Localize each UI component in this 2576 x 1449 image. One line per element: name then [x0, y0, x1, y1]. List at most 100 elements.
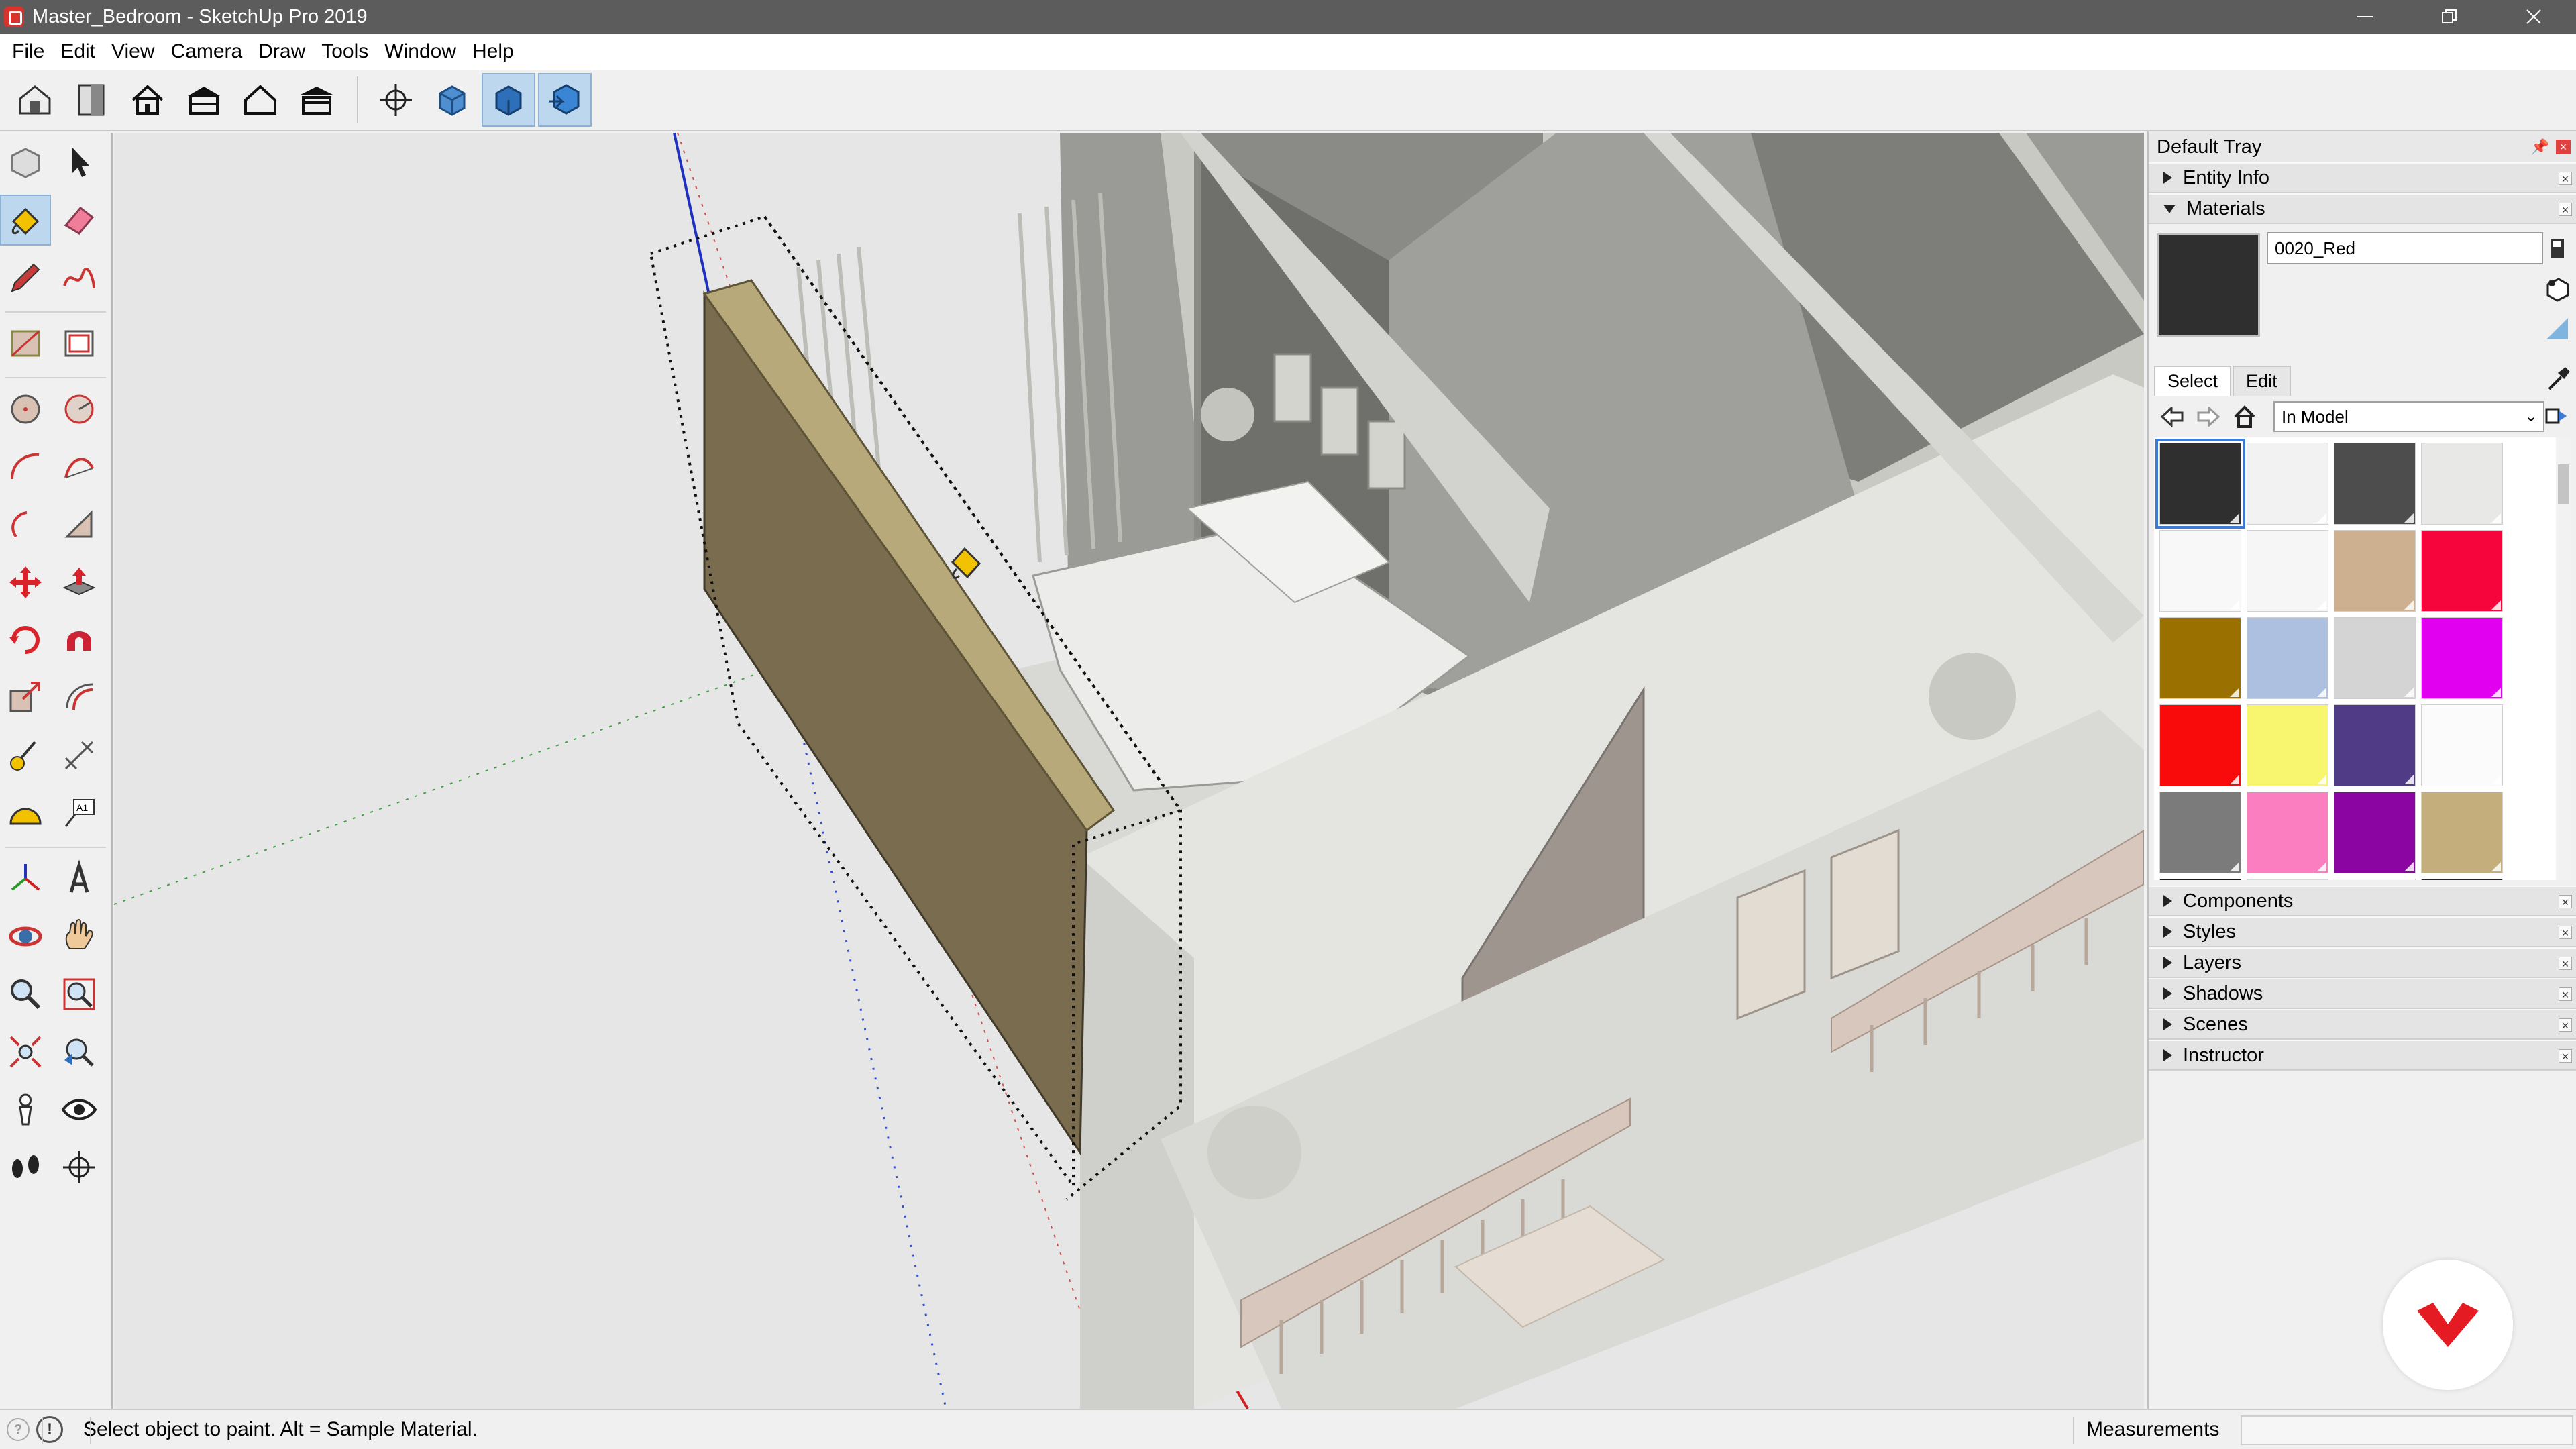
menu-tools[interactable]: Tools	[313, 34, 376, 70]
panel-close-icon[interactable]: ×	[2559, 987, 2572, 1002]
3d-warehouse-blue-icon[interactable]	[425, 73, 479, 127]
material-swatch[interactable]	[2247, 704, 2328, 786]
pencil-icon[interactable]	[0, 252, 51, 303]
orbit-icon[interactable]	[0, 911, 51, 962]
section-plane-tool-icon[interactable]	[54, 1142, 105, 1193]
protractor-icon[interactable]	[0, 788, 51, 839]
zoom-window-icon[interactable]	[54, 969, 105, 1020]
tray-close-icon[interactable]: ×	[2556, 140, 2571, 154]
menu-view[interactable]: View	[103, 34, 162, 70]
close-icon[interactable]	[2491, 0, 2576, 34]
panel-shadows[interactable]: Shadows ×	[2149, 978, 2576, 1009]
push-pull-icon[interactable]	[54, 557, 105, 608]
measurements-input[interactable]	[2241, 1415, 2573, 1445]
material-swatch[interactable]	[2421, 617, 2503, 699]
panel-entity-info[interactable]: Entity Info ×	[2149, 162, 2576, 193]
house-side-icon[interactable]	[177, 73, 231, 127]
details-arrow-icon[interactable]	[2544, 404, 2571, 431]
component-icon[interactable]	[0, 137, 51, 188]
material-swatch[interactable]	[2421, 879, 2503, 880]
eyedropper-icon[interactable]	[2544, 366, 2571, 393]
extension-warehouse-icon[interactable]	[64, 73, 118, 127]
model-viewport[interactable]	[114, 133, 2144, 1409]
material-swatch[interactable]	[2159, 792, 2241, 873]
send-to-layout-icon[interactable]	[482, 73, 535, 127]
section-plane-icon[interactable]	[369, 73, 423, 127]
sample-paint-icon[interactable]	[2544, 315, 2571, 342]
dimension-icon[interactable]	[54, 730, 105, 781]
axes-icon[interactable]	[0, 853, 51, 904]
material-preview[interactable]	[2157, 233, 2260, 337]
look-around-icon[interactable]	[54, 1084, 105, 1135]
material-swatch[interactable]	[2334, 704, 2416, 786]
swatch-scrollbar[interactable]	[2556, 437, 2571, 880]
material-swatch[interactable]	[2334, 530, 2416, 612]
menu-help[interactable]: Help	[464, 34, 522, 70]
select-arrow-icon[interactable]	[54, 137, 105, 188]
material-swatch[interactable]	[2159, 617, 2241, 699]
previous-view-icon[interactable]	[54, 1026, 105, 1077]
walk-icon[interactable]	[0, 1142, 51, 1193]
minimize-icon[interactable]	[2322, 0, 2407, 34]
panel-styles[interactable]: Styles ×	[2149, 916, 2576, 947]
material-swatch[interactable]	[2159, 704, 2241, 786]
panel-layers[interactable]: Layers ×	[2149, 947, 2576, 978]
layout-icon[interactable]	[538, 73, 592, 127]
create-material-icon[interactable]	[2544, 275, 2571, 302]
material-swatch[interactable]	[2421, 530, 2503, 612]
pie-icon[interactable]	[54, 499, 105, 550]
menu-camera[interactable]: Camera	[163, 34, 251, 70]
panel-components[interactable]: Components ×	[2149, 885, 2576, 916]
material-swatch[interactable]	[2421, 792, 2503, 873]
menu-file[interactable]: File	[4, 34, 52, 70]
panel-instructor[interactable]: Instructor ×	[2149, 1040, 2576, 1071]
menu-draw[interactable]: Draw	[250, 34, 313, 70]
panel-close-icon[interactable]: ×	[2559, 895, 2572, 909]
rotate-icon[interactable]	[0, 614, 51, 665]
material-swatch[interactable]	[2334, 792, 2416, 873]
arc-icon[interactable]	[0, 441, 51, 492]
material-swatch[interactable]	[2421, 704, 2503, 786]
material-swatch[interactable]	[2421, 443, 2503, 525]
material-swatch[interactable]	[2247, 530, 2328, 612]
menu-edit[interactable]: Edit	[52, 34, 103, 70]
panel-scenes[interactable]: Scenes ×	[2149, 1009, 2576, 1040]
restore-icon[interactable]	[2407, 0, 2491, 34]
material-name-field[interactable]: 0020_Red	[2267, 232, 2543, 264]
material-swatch[interactable]	[2159, 530, 2241, 612]
house-outline-icon[interactable]	[233, 73, 287, 127]
circle-icon[interactable]	[0, 384, 51, 435]
geo-location-icon[interactable]: ?	[7, 1418, 30, 1441]
polygon-icon[interactable]	[54, 384, 105, 435]
pan-icon[interactable]	[54, 911, 105, 962]
paint-bucket-icon[interactable]	[0, 195, 51, 246]
3d-text-icon[interactable]	[54, 853, 105, 904]
pin-icon[interactable]: 📌	[2531, 138, 2549, 156]
zoom-extents-icon[interactable]	[0, 1026, 51, 1077]
display-secondary-pane-icon[interactable]	[2544, 235, 2571, 262]
material-swatch[interactable]	[2247, 443, 2328, 525]
material-swatch[interactable]	[2247, 617, 2328, 699]
back-arrow-icon[interactable]	[2157, 401, 2188, 432]
panel-close-icon[interactable]: ×	[2559, 1018, 2572, 1032]
scroll-thumb[interactable]	[2558, 464, 2569, 504]
tab-edit[interactable]: Edit	[2233, 366, 2291, 396]
menu-window[interactable]: Window	[376, 34, 464, 70]
panel-close-icon[interactable]: ×	[2559, 1049, 2572, 1063]
panel-close-icon[interactable]: ×	[2559, 203, 2572, 217]
collection-dropdown[interactable]: In Model ⌄	[2273, 401, 2544, 432]
material-swatch[interactable]	[2334, 617, 2416, 699]
tab-select[interactable]: Select	[2154, 366, 2232, 396]
material-swatch[interactable]	[2334, 443, 2416, 525]
in-model-home-icon[interactable]	[2229, 401, 2260, 432]
offset-icon[interactable]	[54, 672, 105, 723]
info-icon[interactable]: !	[36, 1416, 63, 1443]
material-swatch[interactable]	[2155, 439, 2245, 529]
material-swatch[interactable]	[2247, 879, 2328, 880]
panel-close-icon[interactable]: ×	[2559, 957, 2572, 971]
move-icon[interactable]	[0, 557, 51, 608]
house-icon[interactable]	[121, 73, 174, 127]
zoom-icon[interactable]	[0, 969, 51, 1020]
three-point-arc-icon[interactable]	[0, 499, 51, 550]
material-swatch[interactable]	[2159, 879, 2241, 880]
